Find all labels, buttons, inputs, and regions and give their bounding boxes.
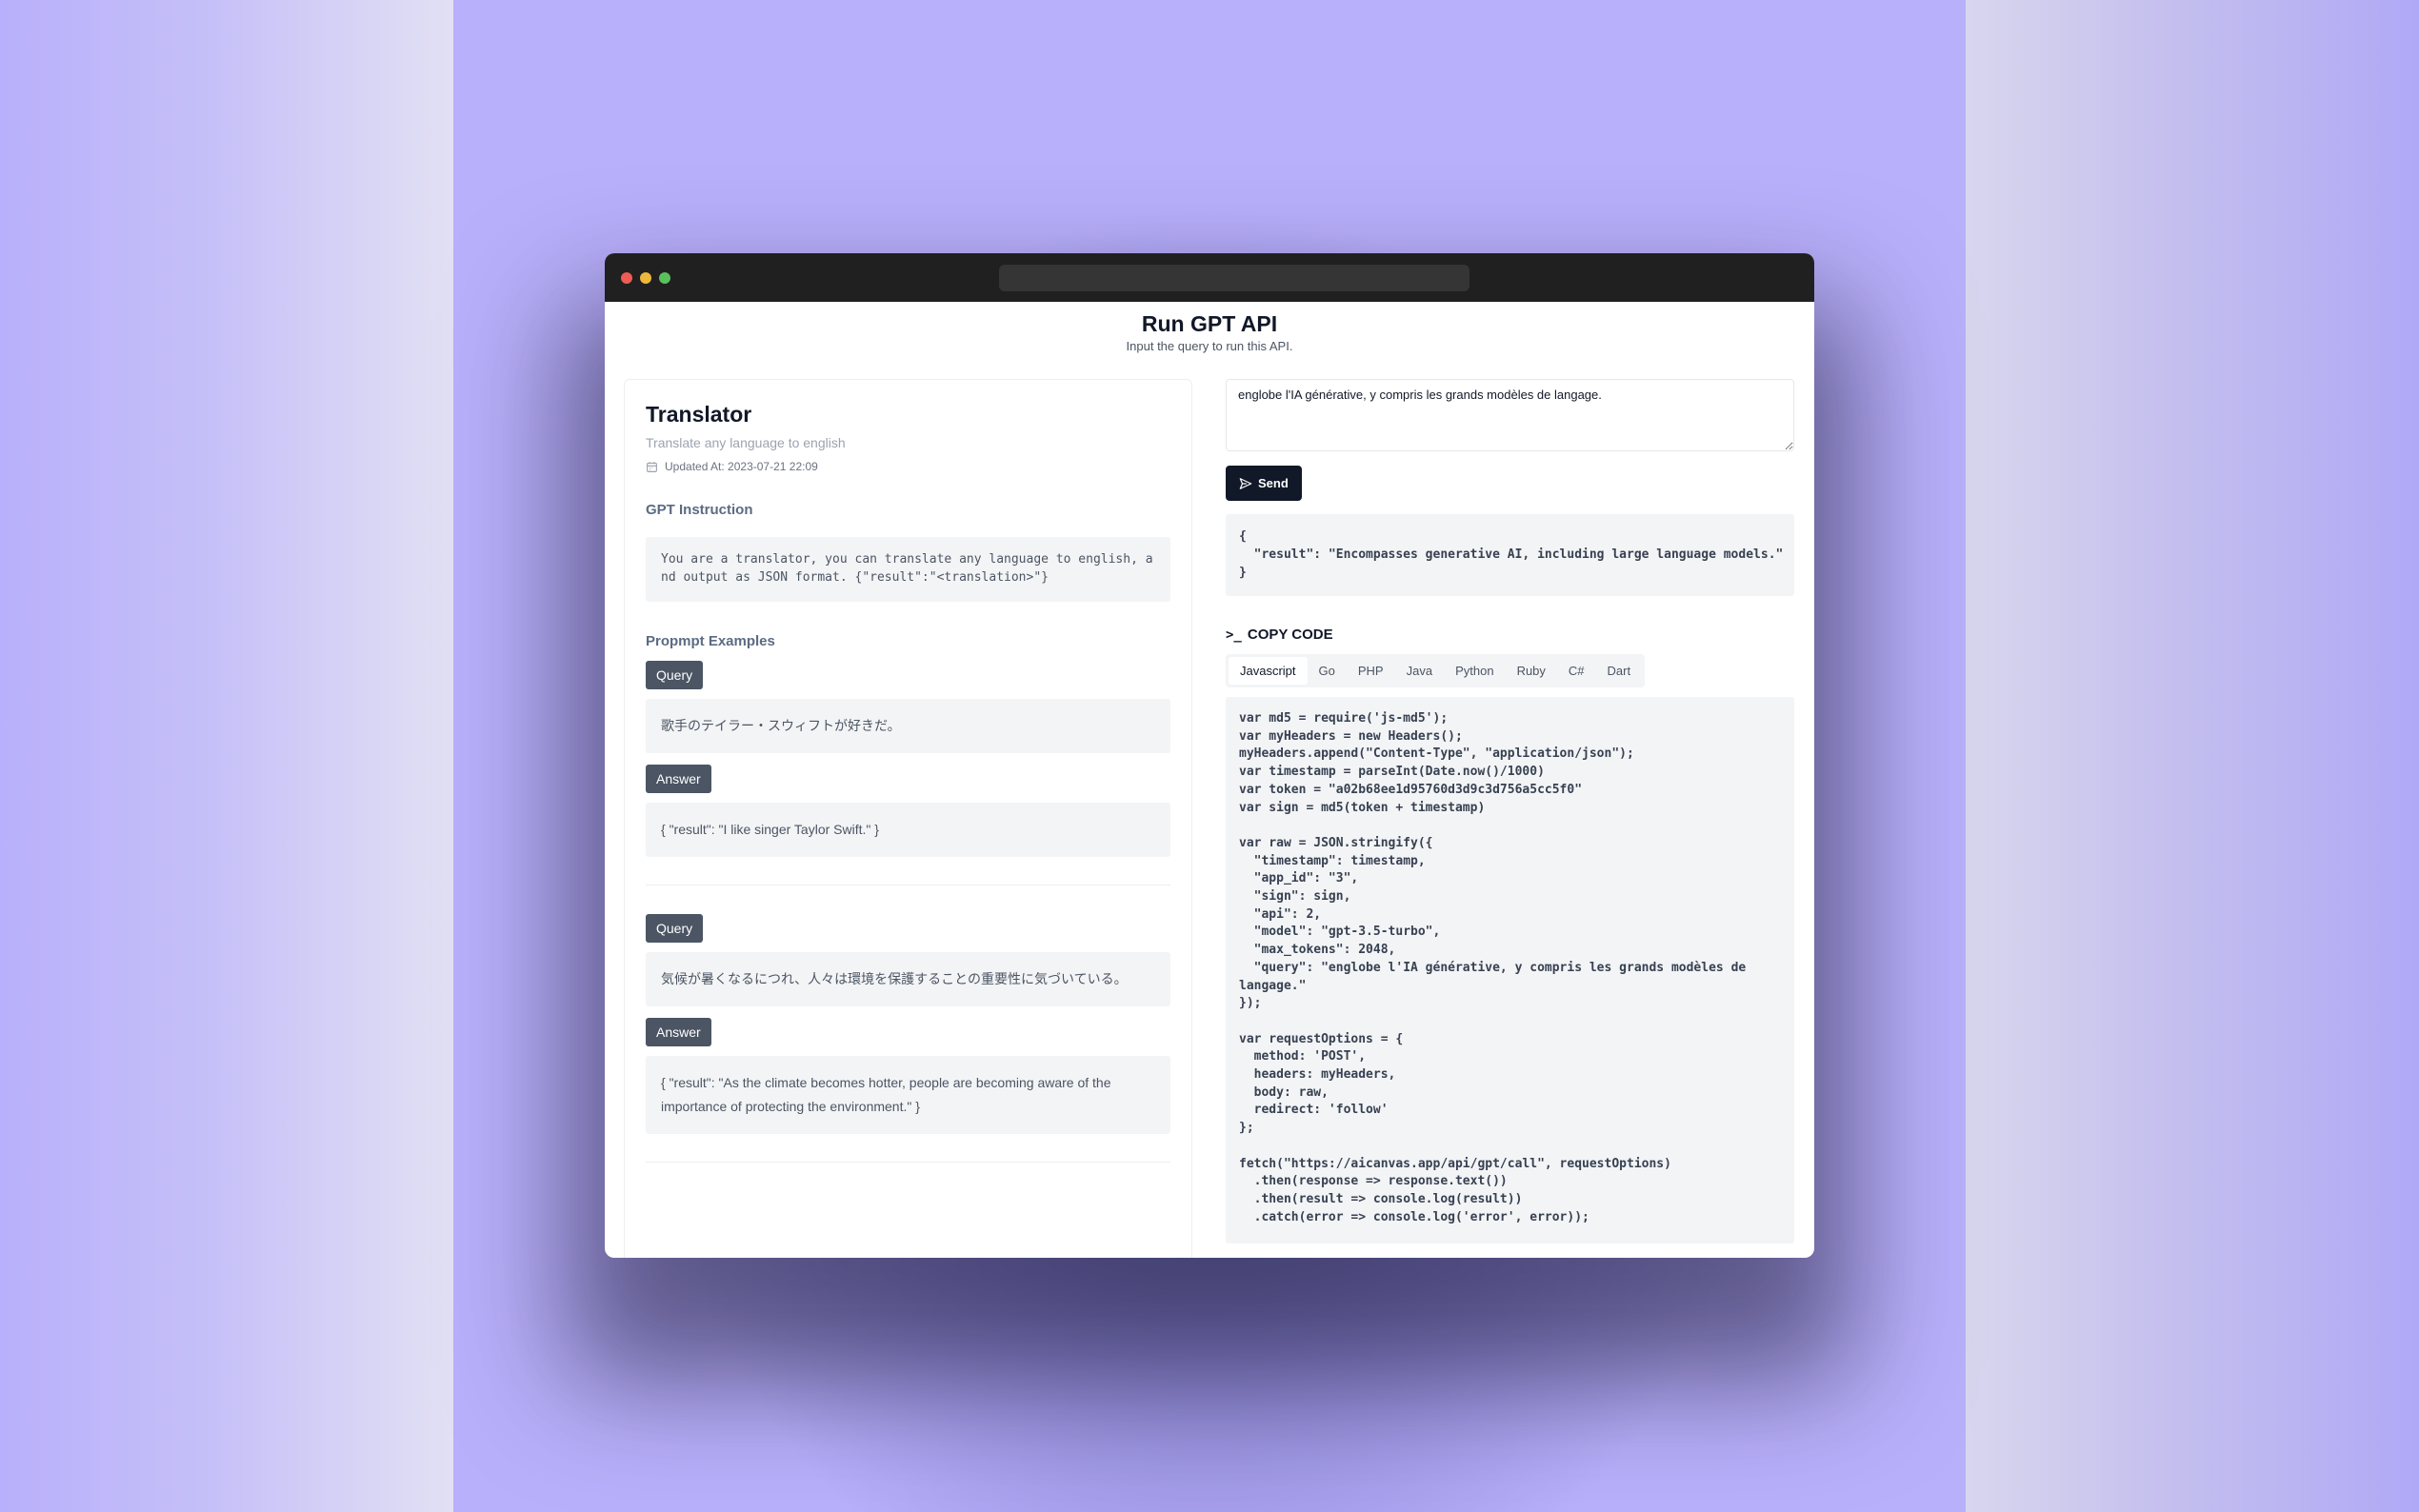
window-titlebar [605, 253, 1814, 302]
answer-badge: Answer [646, 1018, 711, 1046]
instruction-box: You are a translator, you can translate … [646, 537, 1170, 602]
instruction-label: GPT Instruction [646, 502, 753, 518]
address-bar[interactable] [999, 265, 1469, 291]
app-name: Translator [646, 402, 752, 427]
minimize-window-button[interactable] [640, 272, 651, 284]
runner-panel: englobe l'IA générative, y compris les g… [1226, 379, 1794, 1243]
code-snippet[interactable]: var md5 = require('js-md5'); var myHeade… [1226, 697, 1794, 1243]
example-divider [646, 1162, 1170, 1163]
send-icon [1239, 477, 1252, 489]
send-button-label: Send [1258, 476, 1289, 490]
copy-code-header[interactable]: >_ COPY CODE [1226, 627, 1794, 643]
page-title: Run GPT API [1141, 311, 1278, 336]
copy-code-label: COPY CODE [1247, 627, 1333, 643]
background-left [0, 0, 453, 1512]
query-badge: Query [646, 661, 704, 689]
query-badge: Query [646, 914, 704, 943]
page-subtitle: Input the query to run this API. [1126, 339, 1293, 353]
tab-csharp[interactable]: C# [1557, 657, 1596, 685]
app-info-card: Translator Translate any language to eng… [624, 379, 1192, 1258]
example-query: 気候が暑くなるにつれ、人々は環境を保護することの重要性に気づいている。 [646, 952, 1170, 1006]
updated-at: Updated At: 2023-07-21 22:09 [646, 460, 1170, 473]
example-answer: { "result": "I like singer Taylor Swift.… [646, 803, 1170, 857]
example-answer: { "result": "As the climate becomes hott… [646, 1056, 1170, 1134]
tab-ruby[interactable]: Ruby [1506, 657, 1557, 685]
close-window-button[interactable] [621, 272, 632, 284]
examples-label: Propmpt Examples [646, 633, 775, 649]
example-item: Query 歌手のテイラー・スウィフトが好きだ。 Answer { "resul… [646, 649, 1170, 857]
language-tabs: Javascript Go PHP Java Python Ruby C# Da… [1226, 654, 1646, 687]
calendar-icon [647, 461, 657, 472]
page-header: Run GPT API Input the query to run this … [605, 302, 1814, 354]
tab-python[interactable]: Python [1444, 657, 1505, 685]
terminal-icon: >_ [1226, 627, 1242, 643]
example-query: 歌手のテイラー・スウィフトが好きだ。 [646, 699, 1170, 753]
example-item: Query 気候が暑くなるにつれ、人々は環境を保護することの重要性に気づいている… [646, 903, 1170, 1134]
send-button[interactable]: Send [1226, 466, 1302, 501]
tab-dart[interactable]: Dart [1596, 657, 1643, 685]
updated-at-text: Updated At: 2023-07-21 22:09 [665, 460, 818, 473]
tab-go[interactable]: Go [1308, 657, 1347, 685]
maximize-window-button[interactable] [659, 272, 670, 284]
tab-java[interactable]: Java [1395, 657, 1444, 685]
answer-badge: Answer [646, 765, 711, 793]
query-input[interactable]: englobe l'IA générative, y compris les g… [1226, 379, 1794, 451]
background-right [1966, 0, 2419, 1512]
browser-window: Run GPT API Input the query to run this … [605, 253, 1814, 1258]
result-output: { "result": "Encompasses generative AI, … [1226, 514, 1794, 596]
tab-php[interactable]: PHP [1347, 657, 1395, 685]
app-description: Translate any language to english [646, 435, 846, 450]
tab-javascript[interactable]: Javascript [1229, 657, 1308, 685]
